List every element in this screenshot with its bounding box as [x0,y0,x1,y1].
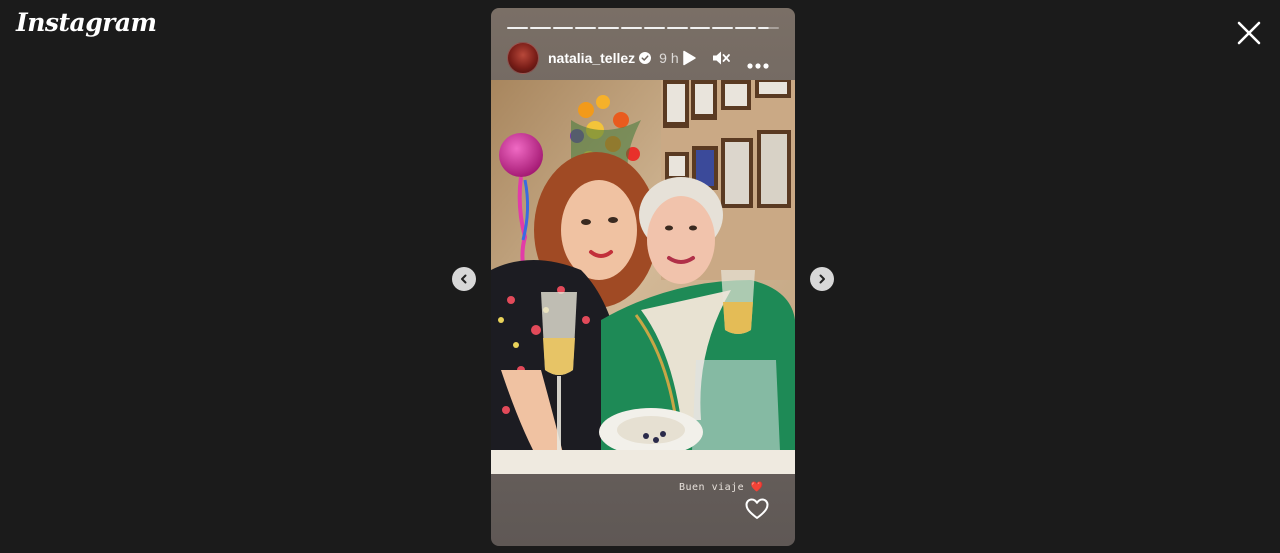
chevron-left-icon [461,274,467,284]
progress-segment [575,27,597,29]
progress-segment [552,27,574,29]
progress-segment [598,27,620,29]
close-button[interactable] [1236,20,1262,46]
next-story-button[interactable] [810,267,834,291]
close-icon [1237,21,1261,45]
progress-segment [529,27,551,29]
progress-segment [666,27,688,29]
progress-segment [507,27,528,29]
avatar[interactable] [507,42,539,74]
more-options-button[interactable] [747,56,769,74]
post-time: 9 h [659,50,679,66]
chevron-right-icon [819,274,825,284]
more-options-icon [747,63,769,69]
mute-button[interactable] [712,50,730,71]
story-caption: Buen viaje ❤️ [679,482,764,493]
caption-emoji: ❤️ [750,482,764,493]
story-viewer[interactable]: natalia_tellez 9 h Buen viaje ❤️ [491,8,795,546]
verified-badge-icon [639,52,652,64]
username[interactable]: natalia_tellez [548,50,635,66]
progress-segment [689,27,711,29]
heart-icon [745,498,769,519]
progress-segment [735,27,757,29]
progress-segment [621,27,642,29]
story-photo-illustration [491,80,795,474]
progress-segment [643,27,665,29]
story-header: natalia_tellez 9 h [507,41,779,75]
play-button[interactable] [681,50,697,71]
play-icon [683,50,696,66]
muted-speaker-icon [713,51,730,65]
previous-story-button[interactable] [452,267,476,291]
like-button[interactable] [745,498,769,525]
caption-text: Buen viaje [679,482,745,493]
instagram-logo[interactable]: Instagram [16,8,157,37]
story-progress-bar [507,27,779,29]
story-photo [491,80,795,474]
progress-segment [712,27,734,29]
progress-segment [758,27,779,29]
